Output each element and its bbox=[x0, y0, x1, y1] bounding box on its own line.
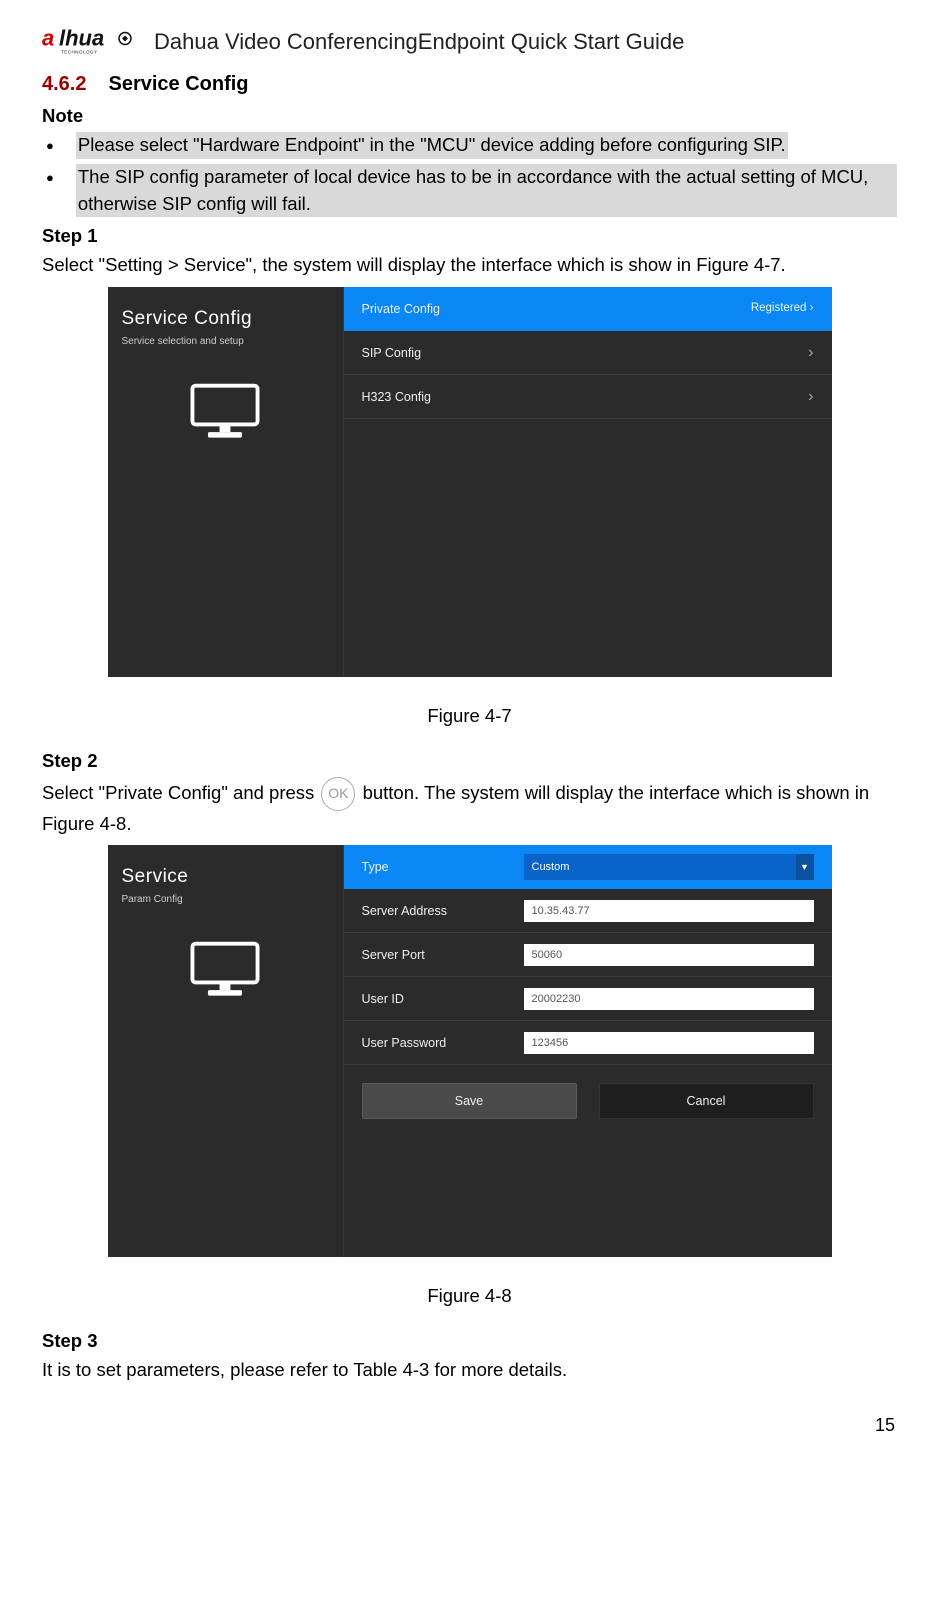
ok-button-icon: OK bbox=[321, 777, 355, 811]
step3-text: It is to set parameters, please refer to… bbox=[42, 1357, 897, 1384]
user-password-input[interactable]: 123456 bbox=[524, 1032, 814, 1054]
chevron-right-icon: › bbox=[808, 385, 813, 408]
user-id-input[interactable]: 20002230 bbox=[524, 988, 814, 1010]
fig47-sidebar: Service Config Service selection and set… bbox=[108, 287, 344, 677]
section-title: Service Config bbox=[108, 70, 248, 99]
figure-4-7: Service Config Service selection and set… bbox=[42, 287, 897, 685]
fig48-sidebar: Service Param Config bbox=[108, 845, 344, 1257]
field-label: Server Port bbox=[362, 946, 512, 964]
doc-header: a lhua TECHNOLOGY Dahua Video Conferenci… bbox=[42, 24, 897, 60]
field-server-address: Server Address 10.35.43.77 bbox=[344, 889, 832, 933]
fig48-side-title: Service bbox=[122, 863, 329, 891]
brand-logo: a lhua TECHNOLOGY bbox=[42, 24, 142, 60]
row-h323-config[interactable]: H323 Config › bbox=[344, 375, 832, 419]
row-label: Private Config bbox=[362, 300, 441, 318]
chevron-right-icon: › bbox=[808, 341, 813, 364]
row-status: Registered › bbox=[751, 300, 814, 317]
type-dropdown[interactable]: Custom ▼ bbox=[524, 854, 814, 880]
field-label: Type bbox=[362, 858, 512, 876]
field-user-id: User ID 20002230 bbox=[344, 977, 832, 1021]
step2-text: Select "Private Config" and press OK but… bbox=[42, 777, 897, 838]
caret-down-icon: ▼ bbox=[796, 854, 814, 880]
fig47-main: Private Config Registered › SIP Config ›… bbox=[344, 287, 832, 677]
field-server-port: Server Port 50060 bbox=[344, 933, 832, 977]
note-item: The SIP config parameter of local device… bbox=[42, 164, 897, 218]
chevron-right-icon: › bbox=[810, 302, 814, 314]
row-sip-config[interactable]: SIP Config › bbox=[344, 331, 832, 375]
figure-4-8-caption: Figure 4-8 bbox=[42, 1283, 897, 1310]
fig47-side-sub: Service selection and setup bbox=[122, 335, 329, 350]
svg-text:TECHNOLOGY: TECHNOLOGY bbox=[61, 50, 98, 55]
section-number: 4.6.2 bbox=[42, 70, 86, 99]
doc-title: Dahua Video ConferencingEndpoint Quick S… bbox=[154, 26, 684, 58]
fig48-side-sub: Param Config bbox=[122, 893, 329, 908]
fig48-main: Type Custom ▼ Server Address 10.35.43.77… bbox=[344, 845, 832, 1257]
note-text: Please select "Hardware Endpoint" in the… bbox=[76, 132, 788, 159]
row-label: SIP Config bbox=[362, 344, 422, 362]
figure-4-7-caption: Figure 4-7 bbox=[42, 703, 897, 730]
row-private-config[interactable]: Private Config Registered › bbox=[344, 287, 832, 331]
row-label: H323 Config bbox=[362, 388, 432, 406]
save-button[interactable]: Save bbox=[362, 1083, 577, 1119]
fig47-side-title: Service Config bbox=[122, 305, 329, 333]
field-label: User ID bbox=[362, 990, 512, 1008]
step2-heading: Step 2 bbox=[42, 748, 897, 775]
logo-a-icon: a bbox=[42, 26, 54, 51]
field-label: Server Address bbox=[362, 902, 512, 920]
svg-text:lhua: lhua bbox=[59, 26, 104, 51]
step3-heading: Step 3 bbox=[42, 1328, 897, 1355]
field-user-password: User Password 123456 bbox=[344, 1021, 832, 1065]
page-number: 15 bbox=[42, 1412, 897, 1438]
monitor-icon bbox=[122, 381, 329, 451]
server-port-input[interactable]: 50060 bbox=[524, 944, 814, 966]
step1-heading: Step 1 bbox=[42, 223, 897, 250]
note-heading: Note bbox=[42, 103, 897, 130]
cancel-button[interactable]: Cancel bbox=[599, 1083, 814, 1119]
step1-text: Select "Setting > Service", the system w… bbox=[42, 252, 897, 279]
field-type[interactable]: Type Custom ▼ bbox=[344, 845, 832, 889]
note-text: The SIP config parameter of local device… bbox=[76, 164, 897, 218]
note-item: Please select "Hardware Endpoint" in the… bbox=[42, 132, 897, 160]
monitor-icon bbox=[122, 939, 329, 1009]
figure-4-8: Service Param Config Type Custom ▼ bbox=[42, 845, 897, 1265]
server-address-input[interactable]: 10.35.43.77 bbox=[524, 900, 814, 922]
field-label: User Password bbox=[362, 1034, 512, 1052]
